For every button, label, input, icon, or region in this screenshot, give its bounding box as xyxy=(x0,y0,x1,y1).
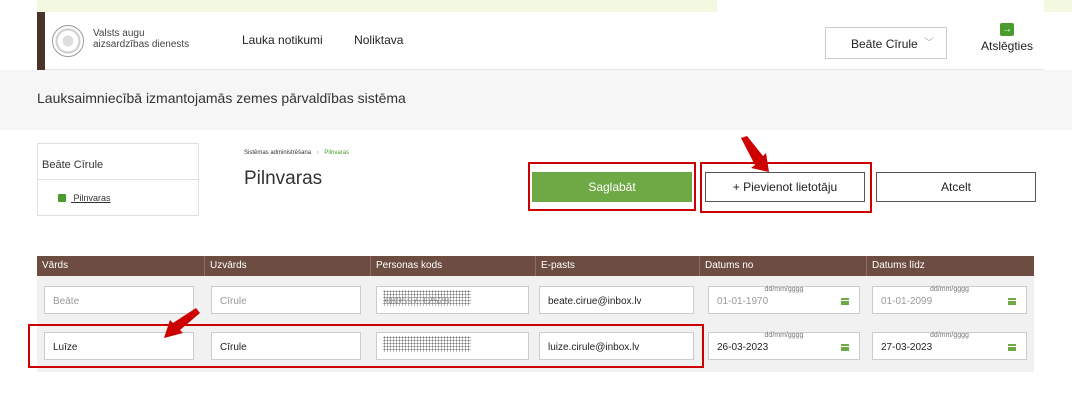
main-nav: Lauka notikumi Noliktava xyxy=(242,33,431,47)
calendar-icon[interactable] xyxy=(1008,298,1016,305)
calendar-icon[interactable] xyxy=(1008,344,1016,351)
coat-of-arms-icon[interactable] xyxy=(52,25,84,57)
sidebar: Beāte Cīrule Pilnvaras xyxy=(37,143,199,216)
page: Valsts augu aizsardzības dienests Lauka … xyxy=(0,0,1072,394)
first-name-value: Luīze xyxy=(53,342,78,353)
breadcrumb-separator: › xyxy=(316,150,319,156)
date-placeholder: dd/mm/gggg xyxy=(930,332,969,339)
breadcrumb: Sistēmas administrēšana › Pilnvaras xyxy=(244,150,349,156)
redaction-pattern xyxy=(383,336,471,352)
column-header-date-to: Datums līdz xyxy=(872,260,925,271)
date-to-value: 27-03-2023 xyxy=(881,342,933,353)
sidebar-item-pilnvaras[interactable]: Pilnvaras xyxy=(58,193,111,203)
notice-strip xyxy=(37,0,717,12)
personal-code-value: 080597-12528 xyxy=(385,296,450,307)
sidebar-item-label: Pilnvaras xyxy=(73,193,111,203)
personal-code-input[interactable]: 080597-12528 xyxy=(376,286,529,314)
org-name[interactable]: Valsts augu aizsardzības dienests xyxy=(93,28,203,50)
user-select[interactable]: Beāte Cīrule ﹀ xyxy=(825,27,947,59)
app-title: Lauksaimniecībā izmantojamās zemes pārva… xyxy=(37,90,406,106)
personal-code-input[interactable] xyxy=(376,332,529,360)
date-from-value: 01-01-1970 xyxy=(717,296,769,307)
add-user-button[interactable]: + Pievienot lietotāju xyxy=(705,172,865,202)
logout-icon: → xyxy=(1000,23,1014,36)
sidebar-user-name: Beāte Cīrule xyxy=(38,144,198,180)
column-divider xyxy=(866,256,867,276)
logout-label: Atslēgties xyxy=(980,39,1034,53)
page-title: Pilnvaras xyxy=(244,168,323,189)
notice-strip-right xyxy=(1044,0,1072,12)
last-name-value: Cīrule xyxy=(220,296,247,307)
chevron-down-icon: ﹀ xyxy=(924,38,934,49)
email-value: beate.cirue@inbox.lv xyxy=(548,296,642,307)
email-value: luize.cirule@inbox.lv xyxy=(548,342,640,353)
nav-item-lauka-notikumi[interactable]: Lauka notikumi xyxy=(242,33,323,47)
save-button[interactable]: Saglabāt xyxy=(532,172,692,202)
column-header-email: E-pasts xyxy=(541,260,575,271)
date-from-value: 26-03-2023 xyxy=(717,342,769,353)
nav-item-noliktava[interactable]: Noliktava xyxy=(354,33,403,47)
last-name-value: Cīrule xyxy=(220,342,247,353)
logo-bar xyxy=(37,12,45,70)
logout-button[interactable]: → Atslēgties xyxy=(977,23,1037,53)
date-from-input[interactable]: dd/mm/gggg 01-01-1970 xyxy=(708,286,860,314)
column-divider xyxy=(699,256,700,276)
last-name-input[interactable]: Cīrule xyxy=(211,286,361,314)
column-header-first-name: Vārds xyxy=(42,260,69,271)
email-input[interactable]: beate.cirue@inbox.lv xyxy=(539,286,694,314)
date-from-input[interactable]: dd/mm/gggg 26-03-2023 xyxy=(708,332,860,360)
permissions-table-header: Vārds Uzvārds Personas kods E-pasts Datu… xyxy=(37,256,1034,276)
arrow-annotation-icon xyxy=(741,136,769,172)
breadcrumb-parent[interactable]: Sistēmas administrēšana xyxy=(244,150,311,156)
lock-icon xyxy=(58,194,66,202)
column-header-last-name: Uzvārds xyxy=(210,260,247,271)
calendar-icon[interactable] xyxy=(841,298,849,305)
date-to-value: 01-01-2099 xyxy=(881,296,933,307)
column-divider xyxy=(204,256,205,276)
date-placeholder: dd/mm/gggg xyxy=(930,286,969,293)
calendar-icon[interactable] xyxy=(841,344,849,351)
top-strip xyxy=(0,0,1072,12)
date-placeholder: dd/mm/gggg xyxy=(764,332,804,339)
first-name-input[interactable]: Beāte xyxy=(44,286,194,314)
site-header: Valsts augu aizsardzības dienests Lauka … xyxy=(37,12,1044,70)
last-name-input[interactable]: Cīrule xyxy=(211,332,361,360)
date-to-input[interactable]: dd/mm/gggg 01-01-2099 xyxy=(872,286,1027,314)
date-to-input[interactable]: dd/mm/gggg 27-03-2023 xyxy=(872,332,1027,360)
user-select-value: Beāte Cīrule xyxy=(851,37,918,51)
cancel-button[interactable]: Atcelt xyxy=(876,172,1036,202)
column-header-personal-code: Personas kods xyxy=(376,260,443,271)
email-input[interactable]: luize.cirule@inbox.lv xyxy=(539,332,694,360)
column-divider xyxy=(370,256,371,276)
first-name-value: Beāte xyxy=(53,296,80,307)
breadcrumb-current: Pilnvaras xyxy=(324,150,350,156)
first-name-input[interactable]: Luīze xyxy=(44,332,194,360)
date-placeholder: dd/mm/gggg xyxy=(764,286,804,293)
column-header-date-from: Datums no xyxy=(705,260,754,271)
column-divider xyxy=(535,256,536,276)
